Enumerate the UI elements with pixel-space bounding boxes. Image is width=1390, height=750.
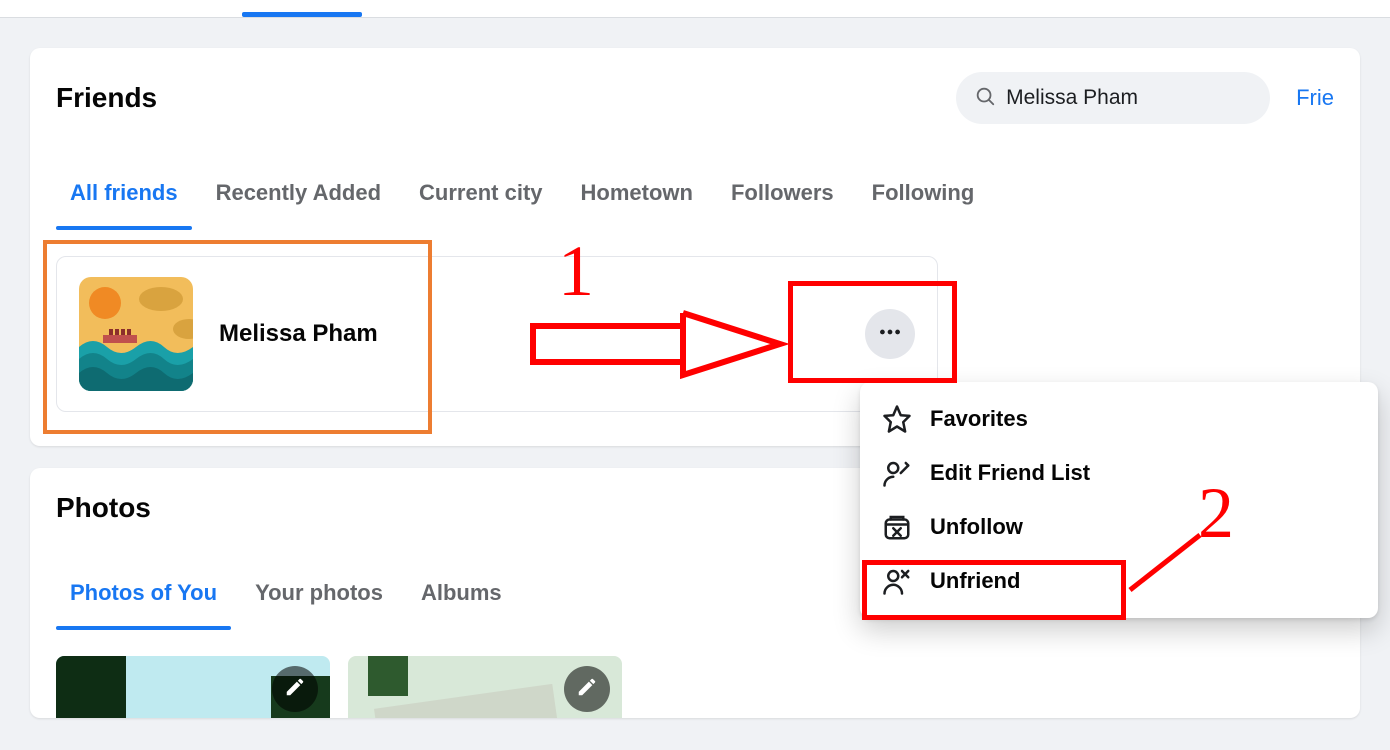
tab-your-photos[interactable]: Your photos — [241, 570, 397, 630]
tab-current-city[interactable]: Current city — [405, 170, 556, 230]
photo-thumb[interactable] — [348, 656, 622, 718]
friend-row[interactable]: Melissa Pham — [56, 256, 938, 412]
star-icon — [882, 404, 912, 434]
friend-more-button[interactable] — [865, 309, 915, 359]
search-icon — [974, 85, 996, 112]
page-topbar — [0, 0, 1390, 18]
tab-hometown[interactable]: Hometown — [567, 170, 707, 230]
friend-name[interactable]: Melissa Pham — [219, 320, 378, 348]
menu-item-unfollow[interactable]: Unfollow — [870, 500, 1368, 554]
friend-actions-menu: Favorites Edit Friend List Unfollow Unfr… — [860, 382, 1378, 618]
menu-label: Unfollow — [930, 514, 1023, 540]
photos-grid — [56, 656, 1334, 718]
friend-requests-link[interactable]: Frie — [1296, 85, 1334, 111]
tab-albums[interactable]: Albums — [407, 570, 516, 630]
tab-followers[interactable]: Followers — [717, 170, 848, 230]
friends-tabbar: All friends Recently Added Current city … — [56, 170, 1334, 230]
tab-photos-of-you[interactable]: Photos of You — [56, 570, 231, 630]
tab-all-friends[interactable]: All friends — [56, 170, 192, 230]
pencil-icon — [576, 676, 598, 703]
user-edit-icon — [882, 458, 912, 488]
ellipsis-icon — [877, 319, 903, 350]
box-x-icon — [882, 512, 912, 542]
edit-photo-button[interactable] — [272, 666, 318, 712]
friends-search[interactable] — [956, 72, 1270, 124]
photo-thumb[interactable] — [56, 656, 330, 718]
pencil-icon — [284, 676, 306, 703]
menu-item-edit-friend-list[interactable]: Edit Friend List — [870, 446, 1368, 500]
user-x-icon — [882, 566, 912, 596]
menu-item-favorites[interactable]: Favorites — [870, 392, 1368, 446]
tab-recently-added[interactable]: Recently Added — [202, 170, 395, 230]
menu-label: Unfriend — [930, 568, 1020, 594]
menu-label: Favorites — [930, 406, 1028, 432]
friends-heading: Friends — [56, 82, 157, 114]
friend-avatar[interactable] — [79, 277, 193, 391]
friends-search-input[interactable] — [1006, 86, 1252, 110]
menu-label: Edit Friend List — [930, 460, 1090, 486]
menu-item-unfriend[interactable]: Unfriend — [870, 554, 1368, 608]
tab-following[interactable]: Following — [858, 170, 989, 230]
edit-photo-button[interactable] — [564, 666, 610, 712]
topbar-active-indicator — [242, 12, 362, 17]
